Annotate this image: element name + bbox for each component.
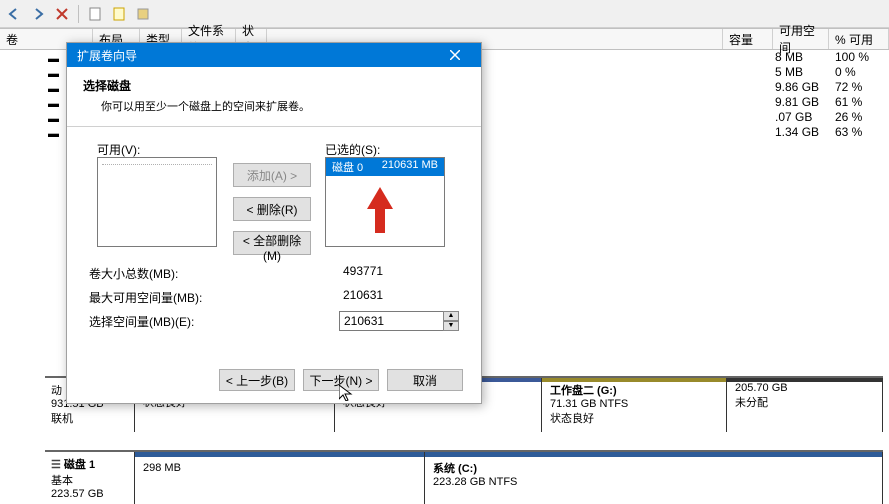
next-button[interactable]: 下一步(N) > <box>303 369 379 391</box>
close-icon[interactable] <box>435 43 475 67</box>
main-toolbar <box>0 0 889 28</box>
back-button[interactable]: < 上一步(B) <box>219 369 295 391</box>
partition-size: 71.31 GB NTFS <box>550 398 718 410</box>
cell-free: 1.34 GB <box>773 125 829 140</box>
cell-free: .07 GB <box>773 110 829 125</box>
cell-pct: 61 % <box>829 95 889 110</box>
disk1-size: 223.57 GB <box>51 488 128 500</box>
disk1-type: 基本 <box>51 472 128 488</box>
partition-status: 状态良好 <box>550 410 718 426</box>
add-button[interactable]: 添加(A) > <box>233 163 311 187</box>
max-space-value: 210631 <box>339 287 459 307</box>
selected-disk-item[interactable]: 磁盘 0 210631 MB <box>326 158 444 176</box>
cell-free: 9.81 GB <box>773 95 829 110</box>
disk1-label[interactable]: ☰ 磁盘 1 基本 223.57 GB <box>45 452 135 504</box>
selected-disks-listbox[interactable]: 磁盘 0 210631 MB <box>325 157 445 247</box>
cancel-button[interactable]: 取消 <box>387 369 463 391</box>
th-capacity[interactable]: 容量 <box>723 29 773 49</box>
cell-free: 8 MB <box>773 50 829 65</box>
partition[interactable]: 系统 (C:) 223.28 GB NTFS <box>425 452 883 504</box>
th-pct[interactable]: % 可用 <box>829 29 889 49</box>
cell-pct: 72 % <box>829 80 889 95</box>
table-row[interactable]: ▬ <box>48 126 59 141</box>
partition-size: 298 MB <box>143 462 416 474</box>
available-label: 可用(V): <box>97 141 140 158</box>
partition-size: 205.70 GB <box>735 382 874 394</box>
partition-title: 工作盘二 (G:) <box>550 382 718 398</box>
toolbar-separator <box>78 5 79 23</box>
cell-pct: 0 % <box>829 65 889 80</box>
selected-disk-size: 210631 MB <box>382 159 438 175</box>
total-size-label: 卷大小总数(MB): <box>89 265 178 282</box>
remove-button[interactable]: < 删除(R) <box>233 197 311 221</box>
partition-size: 223.28 GB NTFS <box>433 476 874 488</box>
max-space-label: 最大可用空间量(MB): <box>89 289 202 306</box>
spinner-buttons[interactable]: ▲▼ <box>443 311 459 331</box>
dialog-subtitle: 选择磁盘 <box>83 77 465 94</box>
cell-free: 5 MB <box>773 65 829 80</box>
selected-disk-name: 磁盘 0 <box>332 159 363 175</box>
table-row[interactable]: ▬ <box>48 111 59 126</box>
total-size-value: 493771 <box>339 263 459 283</box>
cell-free: 9.86 GB <box>773 80 829 95</box>
remove-all-button[interactable]: < 全部删除(M) <box>233 231 311 255</box>
partition[interactable]: 298 MB <box>135 452 425 504</box>
partition-title: 系统 (C:) <box>433 460 874 476</box>
help-icon[interactable] <box>109 4 129 24</box>
forward-icon[interactable] <box>28 4 48 24</box>
available-disks-listbox[interactable] <box>97 157 217 247</box>
dialog-titlebar[interactable]: 扩展卷向导 <box>67 43 481 67</box>
th-freespace[interactable]: 可用空间 <box>773 29 829 49</box>
new-icon[interactable] <box>85 4 105 24</box>
dialog-title: 扩展卷向导 <box>77 47 137 64</box>
partition[interactable]: 工作盘二 (G:) 71.31 GB NTFS 状态良好 <box>542 378 727 432</box>
select-space-label: 选择空间量(MB)(E): <box>89 313 194 330</box>
extend-volume-wizard-dialog: 扩展卷向导 选择磁盘 你可以用至少一个磁盘上的空间来扩展卷。 可用(V): 已选… <box>66 42 482 404</box>
cell-pct: 100 % <box>829 50 889 65</box>
dialog-description: 你可以用至少一个磁盘上的空间来扩展卷。 <box>101 98 465 114</box>
selected-label: 已选的(S): <box>325 141 380 158</box>
back-icon[interactable] <box>4 4 24 24</box>
table-row[interactable]: ▬ <box>48 96 59 111</box>
refresh-icon[interactable] <box>133 4 153 24</box>
delete-icon[interactable] <box>52 4 72 24</box>
disk0-status: 联机 <box>51 410 128 426</box>
partition-status: 未分配 <box>735 394 874 410</box>
partition-unallocated[interactable]: 205.70 GB 未分配 <box>727 378 883 432</box>
select-space-input[interactable] <box>339 311 459 331</box>
disk1-panel: ☰ 磁盘 1 基本 223.57 GB 298 MB 系统 (C:) 223.2… <box>45 450 883 504</box>
cell-pct: 63 % <box>829 125 889 140</box>
cell-pct: 26 % <box>829 110 889 125</box>
table-row[interactable]: ▬ <box>48 81 59 96</box>
disk1-header: ☰ 磁盘 1 <box>51 456 128 472</box>
table-row[interactable]: ▬ <box>48 51 59 66</box>
table-row[interactable]: ▬ <box>48 66 59 81</box>
